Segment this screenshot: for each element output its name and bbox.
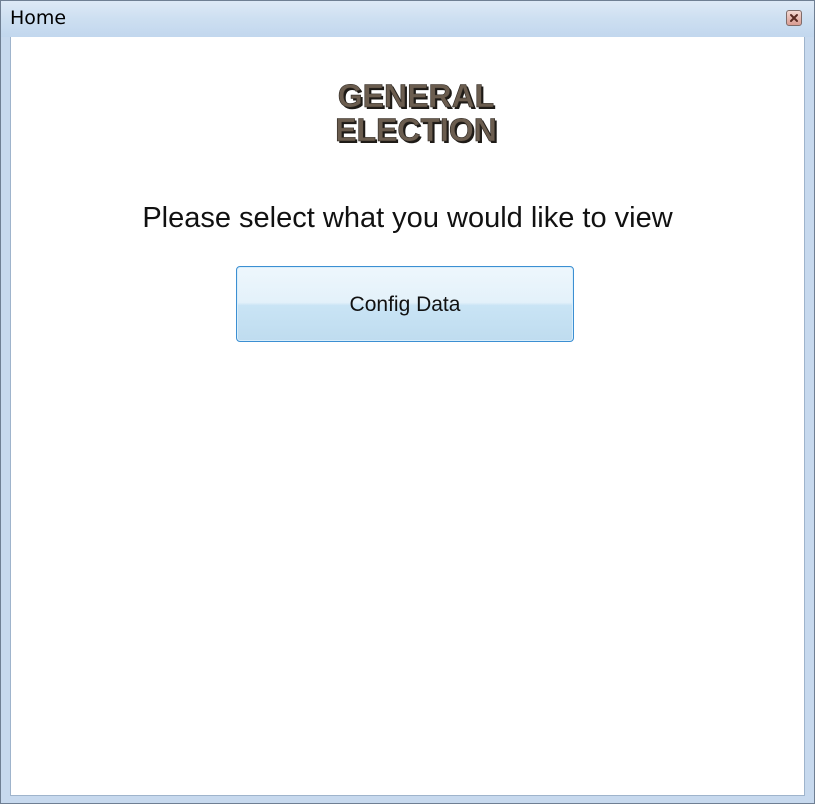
app-window: Home GENERAL GENERAL ELECTION ELECTION P…	[0, 0, 815, 804]
selection-prompt: Please select what you would like to vie…	[142, 202, 673, 234]
close-button[interactable]	[786, 10, 802, 26]
close-icon	[790, 14, 798, 22]
config-data-button[interactable]: Config Data	[236, 266, 574, 342]
window-title: Home	[10, 7, 67, 29]
title-bar[interactable]: Home	[1, 1, 814, 37]
general-election-logo: GENERAL GENERAL ELECTION ELECTION	[335, 79, 499, 149]
logo-line1: GENERAL	[338, 79, 494, 114]
client-area: GENERAL GENERAL ELECTION ELECTION Please…	[10, 37, 805, 796]
config-data-button-label: Config Data	[349, 293, 461, 316]
logo-line2: ELECTION	[335, 112, 497, 148]
